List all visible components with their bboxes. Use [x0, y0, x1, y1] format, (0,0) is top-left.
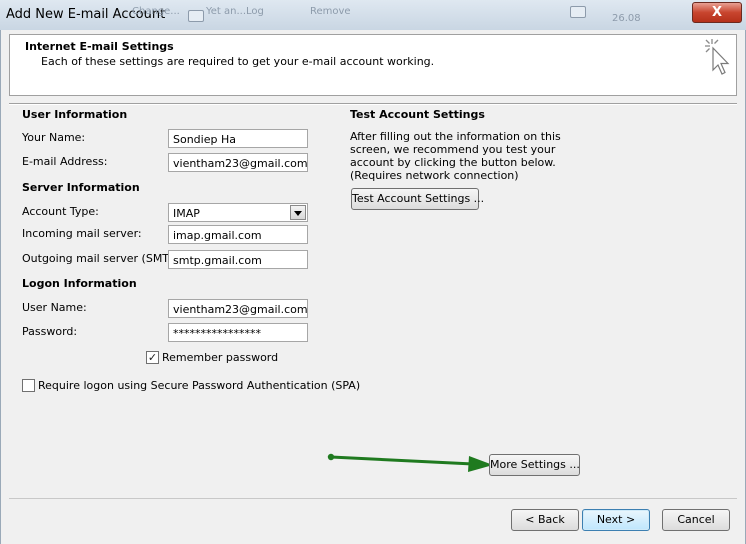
outgoing-server-label: Outgoing mail server (SMTP): [22, 252, 184, 265]
title-bar: Add New E-mail Account Change... Yet an.… [0, 0, 746, 31]
back-button[interactable]: < Back [511, 509, 579, 531]
test-account-settings-button[interactable]: Test Account Settings ... [351, 188, 484, 210]
mouse-click-icon [705, 39, 730, 75]
remember-password-label: Remember password [162, 351, 279, 364]
background-ghost-text: 26.08 [612, 13, 641, 24]
settings-header: Internet E-mail Settings Each of these s… [9, 34, 737, 96]
dialog-body: Internet E-mail Settings Each of these s… [0, 30, 746, 544]
background-ghost-text: Yet an...Log [206, 6, 264, 17]
outgoing-server-input[interactable]: smtp.gmail.com [168, 250, 308, 269]
header-subtitle: Each of these settings are required to g… [41, 55, 435, 68]
test-account-heading: Test Account Settings [350, 108, 485, 121]
user-name-input[interactable]: vientham23@gmail.com [168, 299, 308, 318]
spa-label: Require logon using Secure Password Auth… [38, 379, 361, 392]
your-name-input[interactable]: Sondiep Ha [168, 129, 308, 148]
background-window-icon [188, 10, 204, 22]
account-type-value: IMAP [173, 207, 200, 220]
background-ghost-text: Remove [310, 6, 351, 17]
spa-checkbox[interactable] [22, 379, 35, 392]
account-type-select[interactable]: IMAP [168, 203, 308, 222]
password-label: Password: [22, 325, 78, 338]
email-address-label: E-mail Address: [22, 155, 108, 168]
chevron-down-icon[interactable] [290, 205, 306, 220]
background-window-icon [570, 6, 586, 18]
email-address-input[interactable]: vientham23@gmail.com [168, 153, 308, 172]
logon-information-heading: Logon Information [22, 277, 137, 290]
close-button[interactable]: X [692, 2, 742, 23]
test-account-description: After filling out the information on thi… [350, 130, 561, 182]
password-input[interactable]: **************** [168, 323, 308, 342]
background-ghost-text: Change... [132, 6, 180, 17]
remember-password-checkbox[interactable]: ✓ [146, 351, 159, 364]
user-name-label: User Name: [22, 301, 87, 314]
more-settings-button[interactable]: More Settings ... [489, 454, 580, 476]
your-name-label: Your Name: [22, 131, 86, 144]
header-separator [9, 103, 737, 105]
annotation-arrow-icon [327, 453, 493, 472]
account-type-label: Account Type: [22, 205, 99, 218]
cancel-button[interactable]: Cancel [662, 509, 730, 531]
server-information-heading: Server Information [22, 181, 140, 194]
next-button[interactable]: Next > [582, 509, 650, 531]
header-title: Internet E-mail Settings [25, 40, 174, 53]
user-information-heading: User Information [22, 108, 128, 121]
incoming-server-input[interactable]: imap.gmail.com [168, 225, 308, 244]
incoming-server-label: Incoming mail server: [22, 227, 142, 240]
footer-separator [9, 498, 737, 499]
